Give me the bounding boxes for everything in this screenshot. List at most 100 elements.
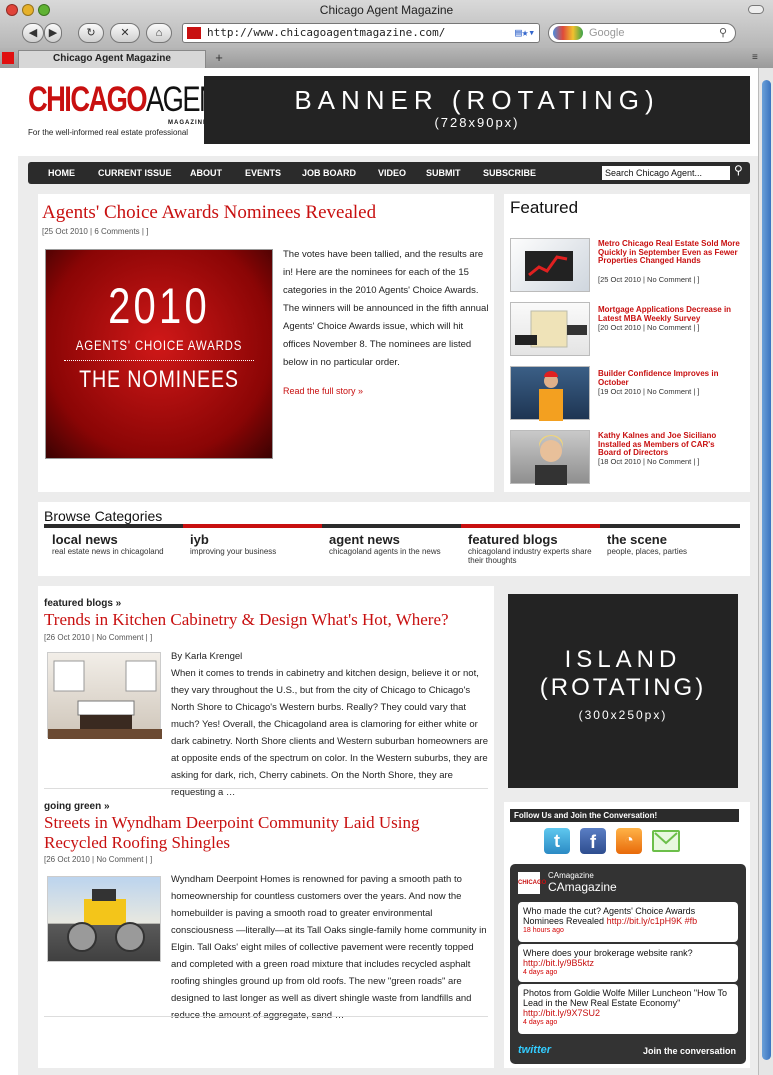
article-meta: [26 Oct 2010 | No Comment | ] [44, 633, 153, 642]
lead-body: The votes have been tallied, and the res… [283, 249, 489, 368]
nav-video[interactable]: VIDEO [378, 162, 406, 184]
home-icon[interactable]: ⌂ [146, 23, 172, 43]
tab-list-icon[interactable]: ≡ [752, 52, 758, 63]
site-favicon [187, 27, 201, 39]
toolbar-toggle-button[interactable] [748, 5, 764, 14]
lead-meta: [25 Oct 2010 | 6 Comments | ] [42, 227, 149, 236]
twitter-avatar[interactable]: CHICAGO [518, 872, 546, 894]
island-line1: ISLAND [564, 646, 682, 673]
site-search-input[interactable]: Search Chicago Agent... [602, 166, 730, 180]
lead-image[interactable]: 2010 AGENTS' CHOICE AWARDS THE NOMINEES [45, 249, 273, 459]
stop-icon[interactable]: ✕ [110, 23, 140, 43]
close-window-button[interactable] [6, 4, 18, 16]
social-panel: Follow Us and Join the Conversation! t f… [504, 802, 750, 1068]
featured-meta: [18 Oct 2010 | No Comment | ] [598, 457, 700, 466]
rss-bookmark-icon[interactable]: ▤★▾ [515, 24, 535, 42]
rss-icon[interactable]: ◔ [616, 828, 642, 854]
social-heading: Follow Us and Join the Conversation! [510, 809, 739, 822]
tweet-link[interactable]: http://bit.ly/c1pH9K #fb [607, 916, 698, 926]
featured-title[interactable]: Builder Confidence Improves in October [598, 369, 738, 387]
new-tab-button[interactable]: + [208, 50, 230, 66]
nav-current-issue[interactable]: CURRENT ISSUE [98, 162, 172, 184]
nav-job-board[interactable]: JOB BOARD [302, 162, 356, 184]
island-line2: (ROTATING) [539, 674, 707, 701]
web-page: CHICAGOAGENT MAGAZINE For the well-infor… [18, 68, 758, 1075]
featured-title[interactable]: Kathy Kalnes and Joe Siciliano Installed… [598, 431, 738, 458]
lead-read-more[interactable]: Read the full story » [283, 386, 363, 396]
tab-favicon [2, 52, 14, 64]
url-text: http://www.chicagoagentmagazine.com/ [207, 26, 446, 39]
article-divider [44, 788, 488, 789]
google-icon [553, 26, 583, 40]
banner-text: BANNER (ROTATING) [294, 85, 660, 115]
banner-ad[interactable]: BANNER (ROTATING) (728x90px) [204, 76, 750, 144]
tweet-link[interactable]: http://bit.ly/9B5ktz [523, 958, 733, 968]
back-icon[interactable]: ◀ [22, 23, 44, 43]
search-icon: ⚲ [718, 27, 727, 39]
article-image-road[interactable] [47, 876, 161, 962]
category-title: iyb [190, 532, 209, 547]
lead-title[interactable]: Agents' Choice Awards Nominees Revealed [42, 202, 376, 224]
lead-image-year: 2010 [108, 278, 210, 334]
category-accent [461, 524, 600, 528]
reload-icon[interactable]: ↻ [78, 23, 104, 43]
article-title[interactable]: Streets in Wyndham Deerpoint Community L… [44, 813, 464, 853]
twitter-icon[interactable]: t [544, 828, 570, 854]
zoom-window-button[interactable] [38, 4, 50, 16]
browser-chrome: Chicago Agent Magazine ◀ ▶ ↻ ✕ ⌂ http://… [0, 0, 773, 68]
nav-events[interactable]: EVENTS [245, 162, 281, 184]
tab-chicago-agent[interactable]: Chicago Agent Magazine [18, 50, 206, 68]
site-search-icon[interactable]: ⚲ [734, 163, 743, 177]
email-icon[interactable] [652, 830, 680, 852]
nav-home[interactable]: HOME [48, 162, 75, 184]
lead-image-line1: AGENTS' CHOICE AWARDS [75, 337, 243, 353]
tab-bar: Chicago Agent Magazine + ≡ [0, 48, 773, 68]
site-logo[interactable]: CHICAGOAGENT [28, 80, 234, 120]
twitter-logo[interactable]: twitter [518, 1044, 551, 1056]
tweet-time: 18 hours ago [523, 927, 564, 934]
featured-heading: Featured [510, 198, 579, 217]
url-bar[interactable]: http://www.chicagoagentmagazine.com/ ▤★▾ [182, 23, 540, 43]
article-section[interactable]: featured blogs » [44, 598, 121, 609]
nav-submit[interactable]: SUBMIT [426, 162, 461, 184]
category-local-news[interactable]: local news real estate news in chicagolan… [52, 532, 182, 556]
tweet-text: Photos from Goldie Wolfe Miller Luncheon… [523, 988, 727, 1008]
minimize-window-button[interactable] [22, 4, 34, 16]
nav-subscribe[interactable]: SUBSCRIBE [483, 162, 536, 184]
island-ad[interactable]: ISLAND (ROTATING) (300x250px) [508, 594, 738, 788]
page-scrollbar[interactable] [758, 68, 773, 1075]
logo-chicago: CHICAGO [28, 80, 148, 119]
nav-about[interactable]: ABOUT [190, 162, 222, 184]
tweet-link[interactable]: http://bit.ly/9X7SU2 [523, 1008, 733, 1018]
main-nav: HOME CURRENT ISSUE ABOUT EVENTS JOB BOAR… [28, 162, 750, 184]
article-divider [44, 1016, 488, 1017]
article-image-kitchen[interactable] [47, 652, 162, 739]
facebook-icon[interactable]: f [580, 828, 606, 854]
category-title: the scene [607, 532, 667, 547]
featured-title[interactable]: Metro Chicago Real Estate Sold More Quic… [598, 239, 740, 266]
chart-thumb-icon [525, 251, 573, 281]
join-conversation-link[interactable]: Join the conversation [643, 1046, 736, 1056]
featured-panel: Featured Metro Chicago Real Estate Sold … [504, 194, 750, 492]
window-title: Chicago Agent Magazine [319, 3, 454, 17]
banner-size: (728x90px) [434, 115, 520, 130]
category-iyb[interactable]: iyb improving your business [190, 532, 320, 556]
browser-toolbar: ◀ ▶ ↻ ✕ ⌂ http://www.chicagoagentmagazin… [0, 20, 773, 48]
featured-title[interactable]: Mortgage Applications Decrease in Latest… [598, 305, 743, 323]
category-title: featured blogs [468, 532, 558, 547]
article-title[interactable]: Trends in Kitchen Cabinetry & Design Wha… [44, 610, 449, 630]
category-title: local news [52, 532, 118, 547]
twitter-handle[interactable]: CAmagazine [548, 880, 617, 894]
category-featured-blogs[interactable]: featured blogs chicagoland industry exper… [468, 532, 598, 565]
scrollbar-thumb[interactable] [762, 80, 771, 1060]
web-search-field[interactable]: Google ⚲ [548, 23, 736, 43]
envelope-icon [654, 832, 678, 845]
article-section[interactable]: going green » [44, 801, 110, 812]
category-the-scene[interactable]: the scene people, places, parties [607, 532, 737, 556]
category-subtitle: people, places, parties [607, 547, 688, 556]
category-subtitle: chicagoland industry experts share their… [468, 547, 592, 565]
featured-thumb-handshake [510, 302, 590, 356]
forward-icon[interactable]: ▶ [44, 23, 62, 43]
featured-meta: [25 Oct 2010 | No Comment | ] [598, 275, 700, 284]
category-agent-news[interactable]: agent news chicagoland agents in the news [329, 532, 463, 556]
